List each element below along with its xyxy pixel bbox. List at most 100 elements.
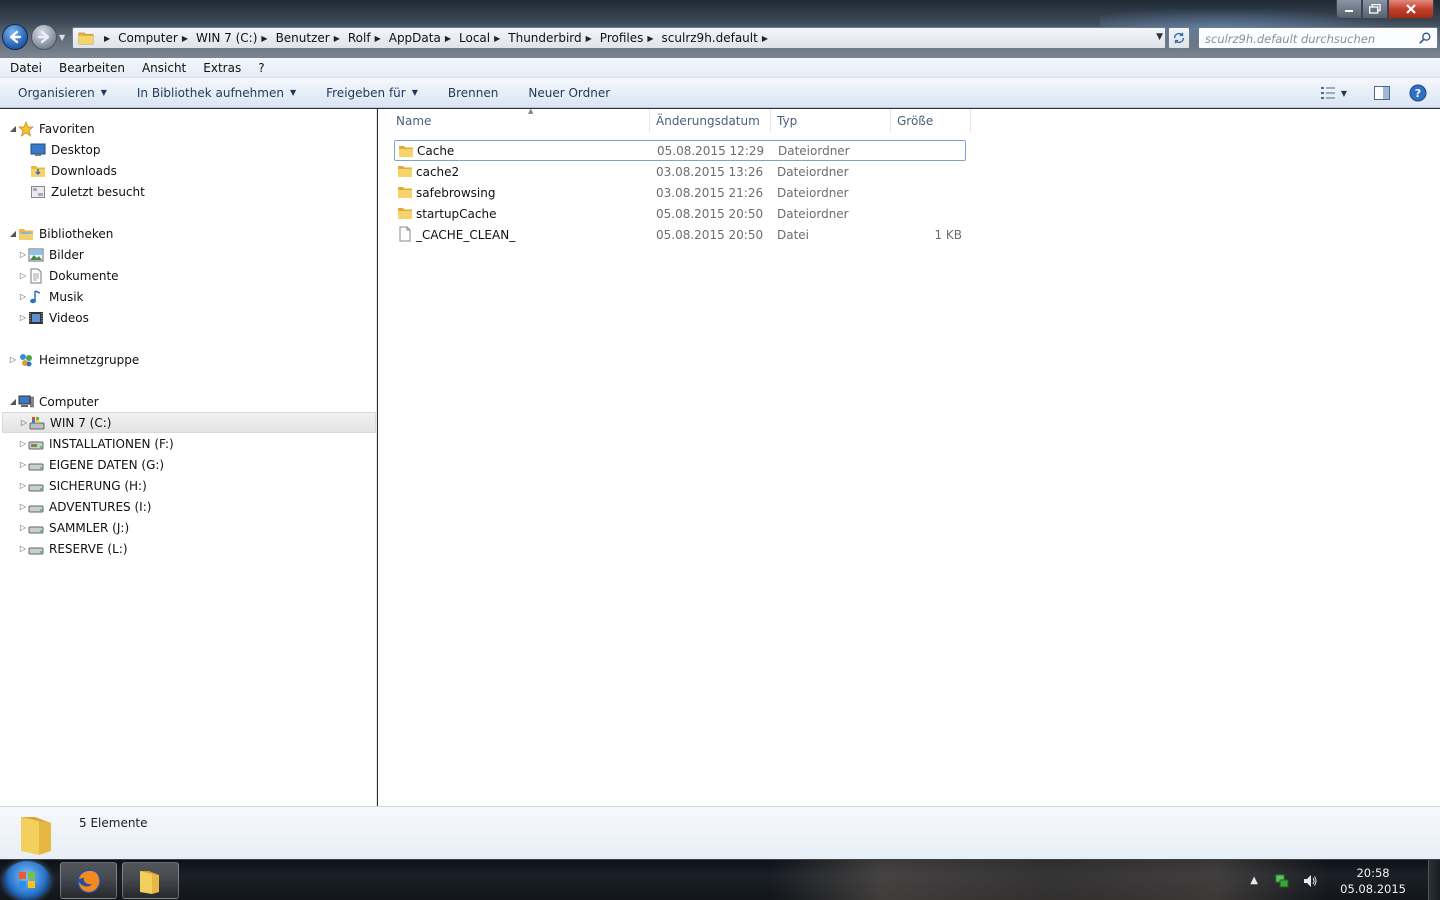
tree-label: RESERVE (L:)	[49, 541, 128, 556]
tree-drive-i[interactable]: ▷ ADVENTURES (I:)	[18, 496, 152, 517]
view-mode-button[interactable]	[1318, 83, 1338, 103]
restore-button[interactable]	[1362, 0, 1388, 19]
burn-button[interactable]: Brennen	[448, 86, 498, 100]
column-header-type[interactable]: Typ	[771, 109, 891, 133]
tree-item-desktop[interactable]: Desktop	[30, 139, 101, 160]
column-headers: Name Änderungsdatum Typ Größe ▲	[390, 107, 971, 133]
tree-favorites[interactable]: ◢ Favoriten	[8, 118, 95, 139]
tree-label: Computer	[39, 394, 99, 409]
chevron-right-icon[interactable]: ▶	[441, 34, 459, 43]
file-row[interactable]: startupCache 05.08.2015 20:50 Dateiordne…	[394, 203, 966, 224]
new-folder-button[interactable]: Neuer Ordner	[528, 86, 610, 100]
organize-button[interactable]: Organisieren ▼	[18, 86, 107, 100]
chevron-right-icon[interactable]: ▶	[371, 34, 389, 43]
breadcrumb-item[interactable]: WIN 7 (C:) ▶	[196, 28, 276, 48]
breadcrumb-item[interactable]: Local ▶	[459, 28, 508, 48]
view-mode-dropdown[interactable]: ▼	[1338, 83, 1350, 103]
refresh-button[interactable]	[1168, 27, 1190, 49]
search-input[interactable]	[1205, 31, 1415, 47]
file-row[interactable]: _CACHE_CLEAN_ 05.08.2015 20:50 Datei 1 K…	[394, 224, 966, 245]
share-with-button[interactable]: Freigeben für ▼	[326, 86, 418, 100]
tree-drive-h[interactable]: ▷ SICHERUNG (H:)	[18, 475, 147, 496]
collapsed-arrow-icon[interactable]: ▷	[18, 250, 28, 259]
search-icon[interactable]	[1418, 31, 1432, 45]
show-desktop-button[interactable]	[1428, 860, 1440, 900]
help-button[interactable]: ?	[1408, 83, 1428, 103]
preview-pane-button[interactable]	[1372, 83, 1392, 103]
file-row[interactable]: cache2 03.08.2015 13:26 Dateiordner	[394, 161, 966, 182]
include-in-library-button[interactable]: In Bibliothek aufnehmen ▼	[137, 86, 296, 100]
collapsed-arrow-icon[interactable]: ▷	[18, 271, 28, 280]
show-hidden-icons-button[interactable]: ▲	[1246, 873, 1262, 889]
tree-item-recent[interactable]: Zuletzt besucht	[30, 181, 145, 202]
collapsed-arrow-icon[interactable]: ▷	[18, 502, 28, 511]
collapsed-arrow-icon[interactable]: ▷	[18, 544, 28, 553]
network-icon[interactable]	[1274, 873, 1290, 889]
collapsed-arrow-icon[interactable]: ▷	[8, 355, 18, 364]
column-header-date[interactable]: Änderungsdatum	[650, 109, 771, 133]
column-header-name[interactable]: Name	[390, 109, 650, 133]
collapsed-arrow-icon[interactable]: ▷	[18, 481, 28, 490]
minimize-icon	[1345, 10, 1353, 12]
menu-datei[interactable]: Datei	[0, 61, 49, 75]
breadcrumb-item[interactable]: Thunderbird ▶	[508, 28, 600, 48]
tree-item-videos[interactable]: ▷ Videos	[18, 307, 89, 328]
minimize-button[interactable]	[1336, 0, 1362, 19]
tree-label: Musik	[49, 289, 84, 304]
breadcrumb-item[interactable]: Computer ▶	[118, 28, 196, 48]
tree-homegroup[interactable]: ▷ Heimnetzgruppe	[8, 349, 139, 370]
tree-libraries[interactable]: ◢ Bibliotheken	[8, 223, 113, 244]
collapsed-arrow-icon[interactable]: ▷	[18, 313, 28, 322]
breadcrumb-item[interactable]: Benutzer ▶	[276, 28, 348, 48]
chevron-right-icon[interactable]: ▶	[582, 34, 600, 43]
chevron-right-icon[interactable]: ▶	[643, 34, 661, 43]
tree-drive-f[interactable]: ▷ INSTALLATIONEN (F:)	[18, 433, 174, 454]
chevron-right-icon[interactable]: ▶	[758, 34, 776, 43]
tree-drive-l[interactable]: ▷ RESERVE (L:)	[18, 538, 128, 559]
menu-extras[interactable]: Extras	[193, 61, 248, 75]
menu-ansicht[interactable]: Ansicht	[132, 61, 193, 75]
start-button[interactable]	[4, 861, 50, 900]
breadcrumb-item[interactable]: sculrz9h.default ▶	[662, 28, 776, 48]
back-button[interactable]	[2, 24, 28, 50]
tree-item-pictures[interactable]: ▷ Bilder	[18, 244, 84, 265]
search-box[interactable]	[1198, 27, 1438, 49]
collapsed-arrow-icon[interactable]: ▷	[18, 523, 28, 532]
tree-item-documents[interactable]: ▷ Dokumente	[18, 265, 119, 286]
collapsed-arrow-icon[interactable]: ▷	[19, 418, 29, 427]
collapsed-arrow-icon[interactable]: ▷	[18, 292, 28, 301]
chevron-right-icon[interactable]: ▶	[257, 34, 275, 43]
expanded-arrow-icon[interactable]: ◢	[8, 124, 18, 133]
expanded-arrow-icon[interactable]: ◢	[8, 397, 18, 406]
chevron-right-icon[interactable]: ▶	[330, 34, 348, 43]
tree-computer[interactable]: ◢ Computer	[8, 391, 99, 412]
close-button[interactable]	[1388, 0, 1434, 19]
breadcrumb-root[interactable]: ▶	[100, 28, 118, 48]
menu-bearbeiten[interactable]: Bearbeiten	[49, 61, 132, 75]
address-bar[interactable]: ▶ Computer ▶ WIN 7 (C:) ▶ Benutzer ▶ Rolf ▶ …	[72, 27, 1166, 49]
breadcrumb-item[interactable]: Profiles ▶	[600, 28, 662, 48]
address-dropdown-icon[interactable]: ▼	[1156, 32, 1163, 42]
tree-drive-g[interactable]: ▷ EIGENE DATEN (G:)	[18, 454, 164, 475]
collapsed-arrow-icon[interactable]: ▷	[18, 460, 28, 469]
forward-button[interactable]	[31, 24, 57, 50]
collapsed-arrow-icon[interactable]: ▷	[18, 439, 28, 448]
column-header-size[interactable]: Größe	[891, 109, 971, 133]
tree-item-music[interactable]: ▷ Musik	[18, 286, 84, 307]
taskbar-explorer[interactable]	[122, 862, 179, 899]
history-dropdown-icon[interactable]: ▼	[59, 34, 67, 42]
taskbar-firefox[interactable]	[60, 862, 117, 899]
volume-icon[interactable]	[1302, 873, 1318, 889]
chevron-right-icon[interactable]: ▶	[490, 34, 508, 43]
file-row[interactable]: Cache 05.08.2015 12:29 Dateiordner	[394, 140, 966, 161]
breadcrumb-item[interactable]: AppData ▶	[389, 28, 459, 48]
expanded-arrow-icon[interactable]: ◢	[8, 229, 18, 238]
tree-drive-j[interactable]: ▷ SAMMLER (J:)	[18, 517, 129, 538]
menu-help[interactable]: ?	[248, 61, 271, 75]
tree-item-downloads[interactable]: Downloads	[30, 160, 117, 181]
breadcrumb-item[interactable]: Rolf ▶	[348, 28, 389, 48]
file-row[interactable]: safebrowsing 03.08.2015 21:26 Dateiordne…	[394, 182, 966, 203]
tree-drive-c[interactable]: ▷ WIN 7 (C:)	[2, 412, 376, 433]
chevron-right-icon[interactable]: ▶	[178, 34, 196, 43]
clock[interactable]: 20:58 05.08.2015	[1340, 865, 1406, 897]
